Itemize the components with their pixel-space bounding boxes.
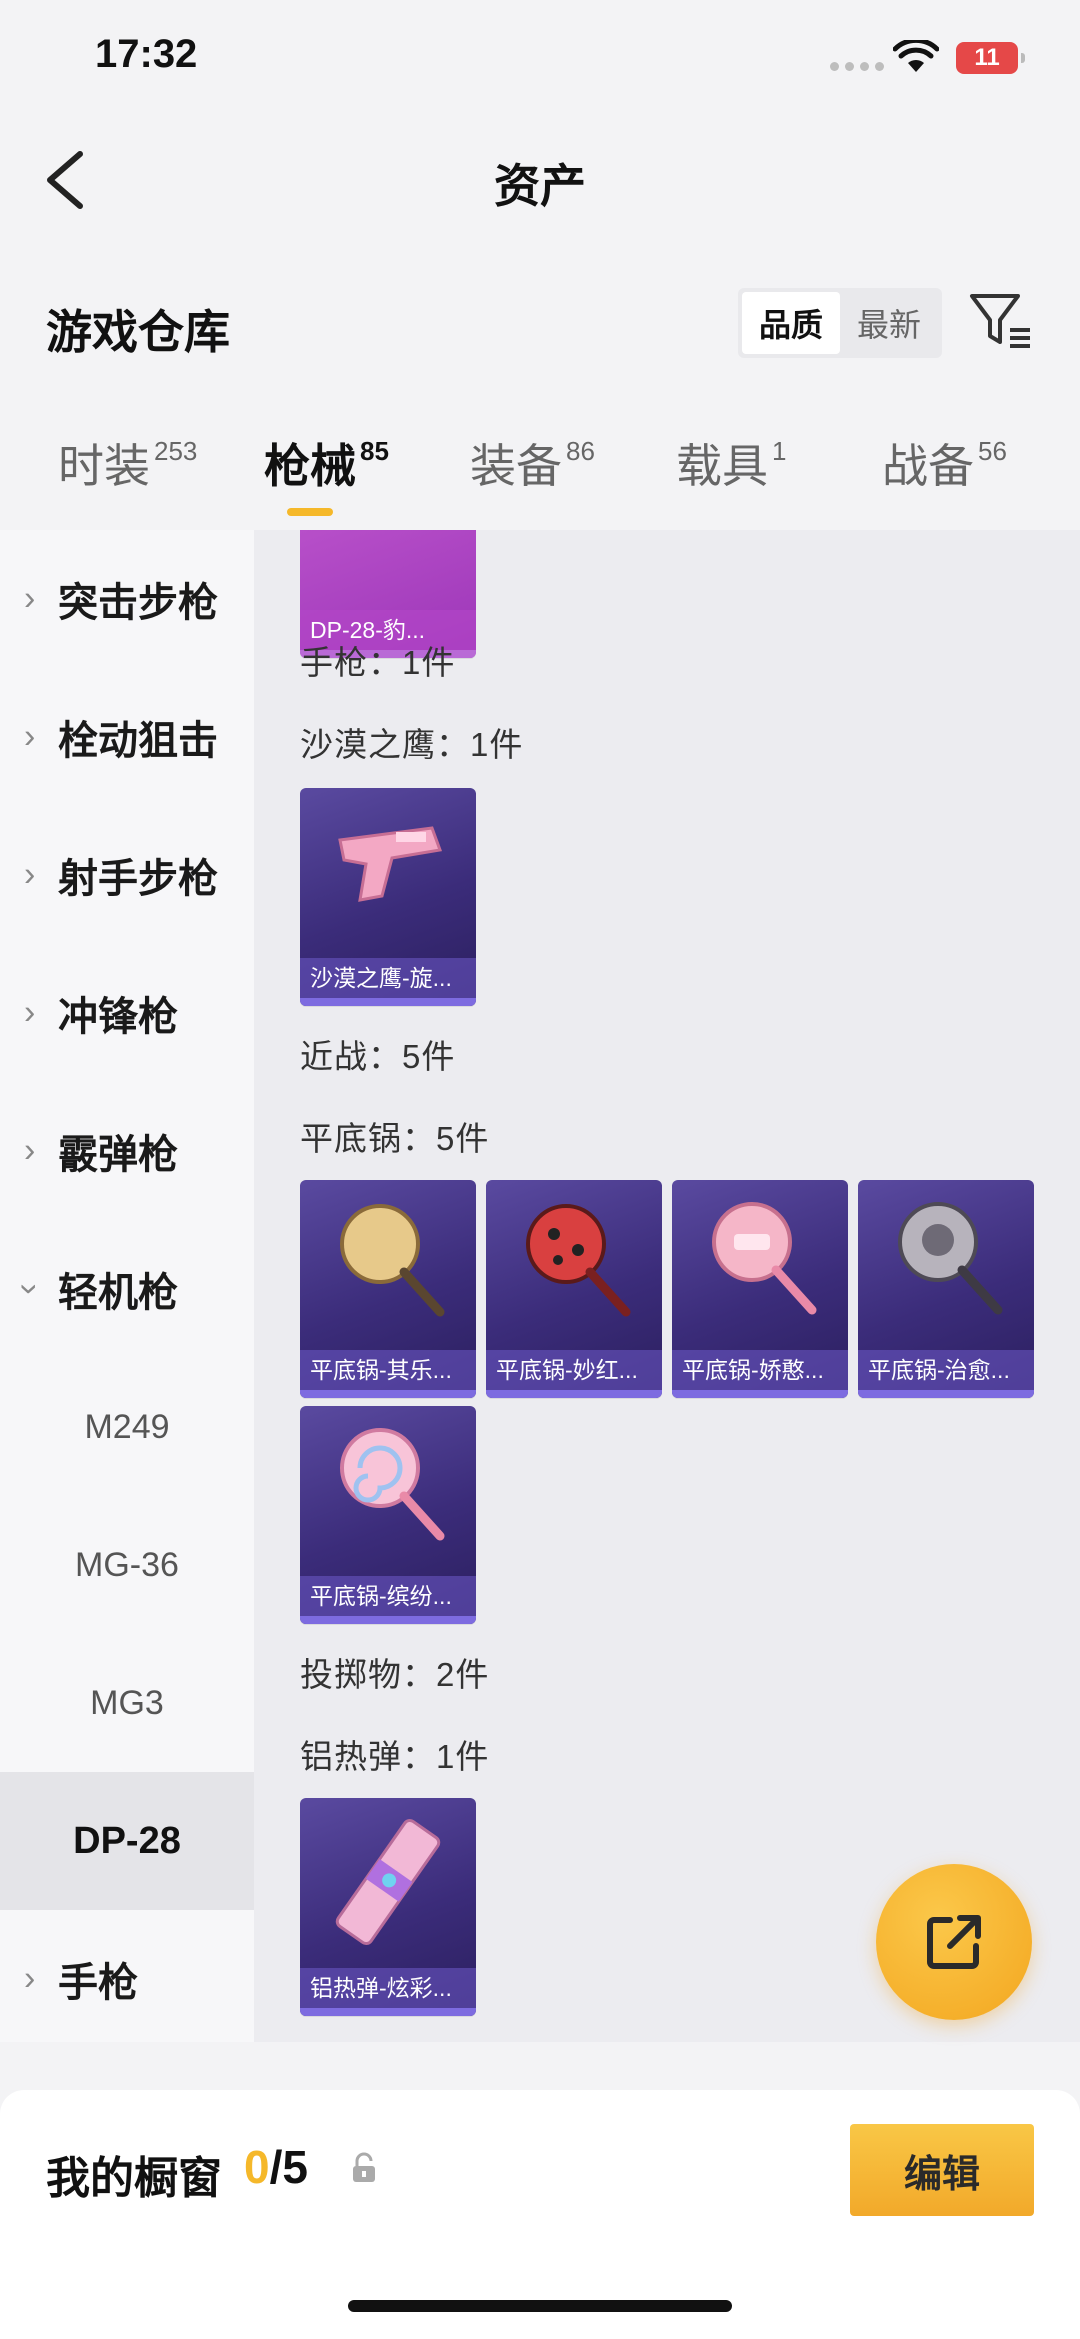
battery-icon: 11 [956,42,1025,74]
tab-vehicles[interactable]: 载具 1 [676,430,786,496]
sidebar-item-shotgun[interactable]: › 霰弹枪 [0,1082,254,1220]
battery-level: 11 [974,44,1000,71]
chevron-right-icon: › [24,579,36,618]
item-card[interactable]: 平底锅-其乐... [300,1180,476,1398]
item-card[interactable]: 沙漠之鹰-旋... [300,788,476,1006]
item-card[interactable]: 平底锅-妙红... [486,1180,662,1398]
chevron-right-icon: › [24,717,36,756]
item-image [300,530,476,608]
showcase-count: 0/5 [244,2141,308,2193]
item-list: DP-28-豹... 手枪：1件 沙漠之鹰：1件 沙漠之鹰-旋... 近战：5件… [254,530,1080,2042]
tab-guns[interactable]: 枪械 85 [264,430,389,496]
tab-count: 56 [978,436,1007,466]
active-tab-indicator [287,508,333,516]
cellular-signal-icon [830,62,884,71]
tab-equipment[interactable]: 装备 86 [470,430,595,496]
chevron-right-icon: › [24,993,36,1032]
page-title: 资产 [494,160,586,212]
item-card[interactable]: 平底锅-治愈... [858,1180,1034,1398]
frying-pan-icon [340,1204,445,1317]
warehouse-title: 游戏仓库 [46,306,230,358]
status-time: 17:32 [95,32,198,76]
group-label: 沙漠之鹰：1件 [300,726,524,763]
sidebar-item-smg[interactable]: › 冲锋枪 [0,944,254,1082]
chevron-right-icon: › [24,855,36,894]
item-name: 平底锅-娇憨... [672,1350,848,1390]
item-name: 铝热弹-炫彩... [300,1968,476,2008]
status-bar: 17:32 11 [0,0,1080,120]
lock-icon [353,2152,375,2182]
group-label: 平底锅：5件 [300,1120,490,1157]
sort-quality-button[interactable]: 品质 [742,292,840,354]
home-indicator [348,2300,732,2312]
group-label: 手枪：1件 [300,644,456,681]
group-label: 投掷物：2件 [300,1656,490,1693]
tab-gear[interactable]: 战备 56 [882,430,1007,496]
sidebar-item-pistol[interactable]: › 手枪 [0,1910,254,2048]
sidebar-subitem-dp28[interactable]: DP-28 [0,1772,254,1910]
item-name: 平底锅-缤纷... [300,1576,476,1616]
item-name: 平底锅-妙红... [486,1350,662,1390]
thermite-grenade-icon [335,1818,441,1946]
frying-pan-icon [526,1204,631,1317]
frying-pan-icon [712,1202,817,1315]
group-label: 铝热弹：1件 [300,1738,490,1775]
sort-latest-button[interactable]: 最新 [840,292,938,354]
category-tabs: 时装 253 枪械 85 装备 86 载具 1 战备 56 [0,430,1080,530]
tab-fashion[interactable]: 时装 253 [58,430,197,496]
sidebar-item-dmr[interactable]: › 射手步枪 [0,806,254,944]
sidebar-item-assault-rifle[interactable]: › 突击步枪 [0,530,254,668]
item-name: 沙漠之鹰-旋... [300,958,476,998]
sort-toggle: 品质 最新 [738,288,942,358]
chevron-right-icon: › [24,1959,36,1998]
item-name: 平底锅-其乐... [300,1350,476,1390]
tab-count: 253 [154,436,198,466]
chevron-down-icon: › [11,1283,50,1295]
showcase-label: 我的橱窗 [46,2154,222,2203]
share-button[interactable] [876,1864,1032,2020]
item-card[interactable]: 铝热弹-炫彩... [300,1798,476,2016]
tab-count: 85 [360,436,389,466]
sidebar-item-bolt-sniper[interactable]: › 栓动狙击 [0,668,254,806]
sidebar-subitem-m249[interactable]: M249 [0,1358,254,1496]
tab-count: 1 [772,436,787,466]
item-card[interactable]: 平底锅-娇憨... [672,1180,848,1398]
sidebar-subitem-mg36[interactable]: MG-36 [0,1496,254,1634]
wifi-icon [893,40,939,72]
chevron-right-icon: › [24,1131,36,1170]
sidebar-subitem-mg3[interactable]: MG3 [0,1634,254,1772]
item-name: 平底锅-治愈... [858,1350,1034,1390]
filter-icon[interactable] [968,290,1034,352]
desert-eagle-pistol-icon [338,826,443,902]
share-icon [927,1915,981,1969]
sidebar-item-lmg[interactable]: › 轻机枪 [0,1220,254,1358]
group-label: 近战：5件 [300,1038,456,1075]
sidebar: › 突击步枪 › 栓动狙击 › 射手步枪 › 冲锋枪 › 霰弹枪 › 轻机枪 M249 MG… [0,530,254,2042]
item-card[interactable]: 平底锅-缤纷... [300,1406,476,1624]
frying-pan-icon [340,1428,445,1541]
tab-count: 86 [566,436,595,466]
frying-pan-icon [898,1202,1003,1315]
edit-button[interactable]: 编辑 [850,2124,1034,2216]
